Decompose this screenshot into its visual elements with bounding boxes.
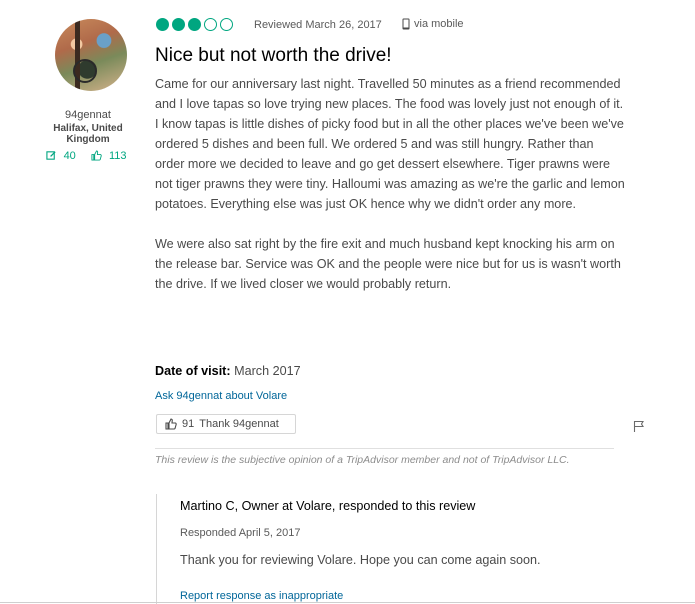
helpful-vote-count: 113 xyxy=(91,150,131,162)
ask-reviewer-link[interactable]: Ask 94gennat about Volare xyxy=(155,390,287,402)
review-count-icon xyxy=(45,151,56,160)
response-text: Thank you for reviewing Volare. Hope you… xyxy=(180,553,541,567)
thank-count: 91 xyxy=(182,418,195,430)
response-date: Responded April 5, 2017 xyxy=(180,527,301,539)
rating-bubble-empty xyxy=(220,18,233,31)
thumbs-up-icon xyxy=(165,418,177,430)
helpful-vote-icon xyxy=(91,150,102,161)
date-of-visit: Date of visit: March 2017 xyxy=(155,364,301,378)
review-body: Came for our anniversary last night. Tra… xyxy=(155,74,625,314)
rating-bubble-filled xyxy=(156,18,169,31)
date-of-visit-label: Date of visit: xyxy=(155,364,231,378)
thank-button[interactable]: 91 Thank 94gennat xyxy=(156,414,296,434)
mobile-phone-icon xyxy=(402,18,410,30)
review-count: 40 xyxy=(45,150,80,162)
reviewer-location: Halifax, United Kingdom xyxy=(53,123,123,145)
reviewer-username[interactable]: 94gennat xyxy=(40,109,136,121)
via-mobile-label: via mobile xyxy=(414,18,464,30)
review-paragraph: We were also sat right by the fire exit … xyxy=(155,237,621,291)
review-date: Reviewed March 26, 2017 xyxy=(254,19,382,31)
rating-bubble-filled xyxy=(188,18,201,31)
thank-label: Thank 94gennat xyxy=(199,418,279,430)
rating-bubble-filled xyxy=(172,18,185,31)
response-border xyxy=(156,494,157,604)
date-of-visit-value: March 2017 xyxy=(234,364,301,378)
helpful-vote-value: 113 xyxy=(108,150,127,162)
review-title[interactable]: Nice but not worth the drive! xyxy=(155,45,392,67)
review-paragraph: Came for our anniversary last night. Tra… xyxy=(155,77,625,211)
reviewer-counts: 40 113 xyxy=(40,150,136,162)
via-mobile: via mobile xyxy=(402,18,464,30)
avatar-detail xyxy=(73,59,97,83)
rating-bubble-empty xyxy=(204,18,217,31)
flag-icon[interactable] xyxy=(633,420,645,438)
review-disclaimer: This review is the subjective opinion of… xyxy=(155,454,570,466)
review-count-value: 40 xyxy=(63,150,76,162)
divider xyxy=(155,448,614,449)
bubble-rating xyxy=(156,18,233,31)
reviewer-avatar[interactable] xyxy=(55,19,127,91)
report-response-link[interactable]: Report response as inappropriate xyxy=(180,590,343,602)
response-header: Martino C, Owner at Volare, responded to… xyxy=(180,499,476,513)
